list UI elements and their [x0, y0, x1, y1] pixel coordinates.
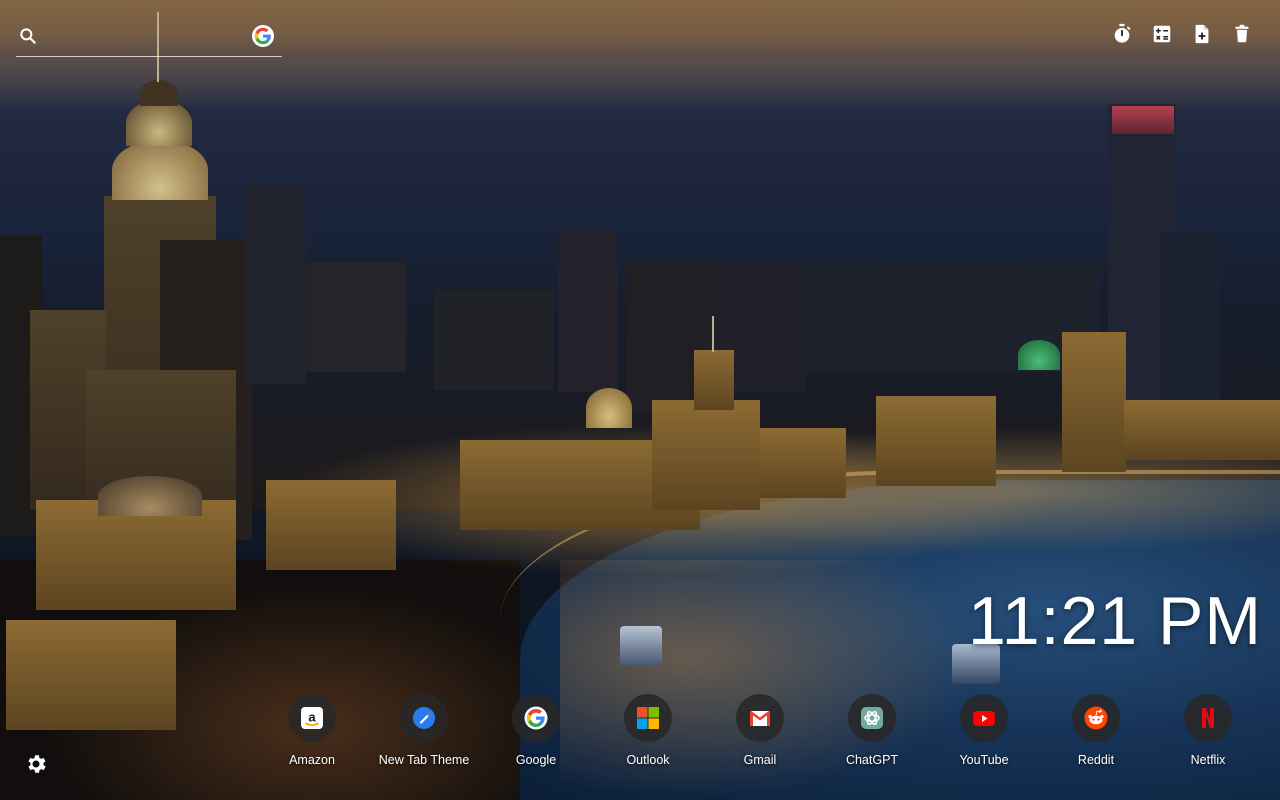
gmail-icon	[748, 706, 772, 730]
youtube-icon	[972, 706, 996, 730]
shortcuts-bar: a Amazon New Tab Theme Google Outlook Gm…	[256, 694, 1264, 767]
search-icon[interactable]	[18, 26, 38, 46]
shortcut-label: Gmail	[743, 753, 777, 767]
delete-button[interactable]	[1230, 24, 1254, 48]
calculator-icon	[1151, 23, 1173, 50]
google-icon	[524, 706, 548, 730]
shortcut-chatgpt[interactable]: ChatGPT	[816, 694, 928, 767]
shortcut-netflix[interactable]: Netflix	[1152, 694, 1264, 767]
clock-display: 11:21 PM	[967, 583, 1262, 659]
shortcut-label: Google	[515, 753, 557, 767]
shortcut-icon-circle	[512, 694, 560, 742]
settings-button[interactable]	[24, 752, 48, 776]
calculator-button[interactable]	[1150, 24, 1174, 48]
shortcut-icon-circle	[400, 694, 448, 742]
shortcut-amazon[interactable]: a Amazon	[256, 694, 368, 767]
gear-icon	[24, 755, 48, 780]
shortcut-label: Outlook	[626, 753, 670, 767]
shortcut-gmail[interactable]: Gmail	[704, 694, 816, 767]
shortcut-label: Amazon	[289, 753, 335, 767]
windows-icon	[636, 706, 660, 730]
reddit-icon	[1084, 706, 1108, 730]
chatgpt-icon	[860, 706, 884, 730]
shortcut-label: Netflix	[1190, 753, 1226, 767]
timer-button[interactable]	[1110, 23, 1134, 50]
netflix-icon	[1196, 706, 1220, 730]
amazon-icon: a	[300, 706, 324, 730]
shortcut-label: YouTube	[959, 753, 1009, 767]
shortcut-label: New Tab Theme	[378, 753, 470, 767]
new-tab-theme-icon	[412, 706, 436, 730]
wallpaper-background	[0, 0, 1280, 800]
shortcut-icon-circle	[624, 694, 672, 742]
shortcut-outlook[interactable]: Outlook	[592, 694, 704, 767]
shortcut-google[interactable]: Google	[480, 694, 592, 767]
search-bar[interactable]	[16, 22, 282, 57]
shortcut-label: ChatGPT	[845, 753, 899, 767]
shortcut-reddit[interactable]: Reddit	[1040, 694, 1152, 767]
shortcut-icon-circle	[1184, 694, 1232, 742]
shortcut-icon-circle	[960, 694, 1008, 742]
shortcut-icon-circle	[848, 694, 896, 742]
shortcut-youtube[interactable]: YouTube	[928, 694, 1040, 767]
shortcut-label: Reddit	[1077, 753, 1115, 767]
add-file-button[interactable]	[1190, 24, 1214, 48]
shortcut-icon-circle	[1072, 694, 1120, 742]
shortcut-icon-circle: a	[288, 694, 336, 742]
shortcut-new-tab-theme[interactable]: New Tab Theme	[368, 694, 480, 767]
google-search-engine-icon[interactable]	[252, 25, 274, 47]
svg-text:a: a	[308, 710, 316, 725]
top-toolbar	[1110, 23, 1254, 50]
add-file-icon	[1191, 23, 1213, 50]
trash-icon	[1231, 23, 1253, 50]
shortcut-icon-circle	[736, 694, 784, 742]
timer-icon	[1111, 23, 1133, 50]
search-input[interactable]	[48, 24, 242, 54]
